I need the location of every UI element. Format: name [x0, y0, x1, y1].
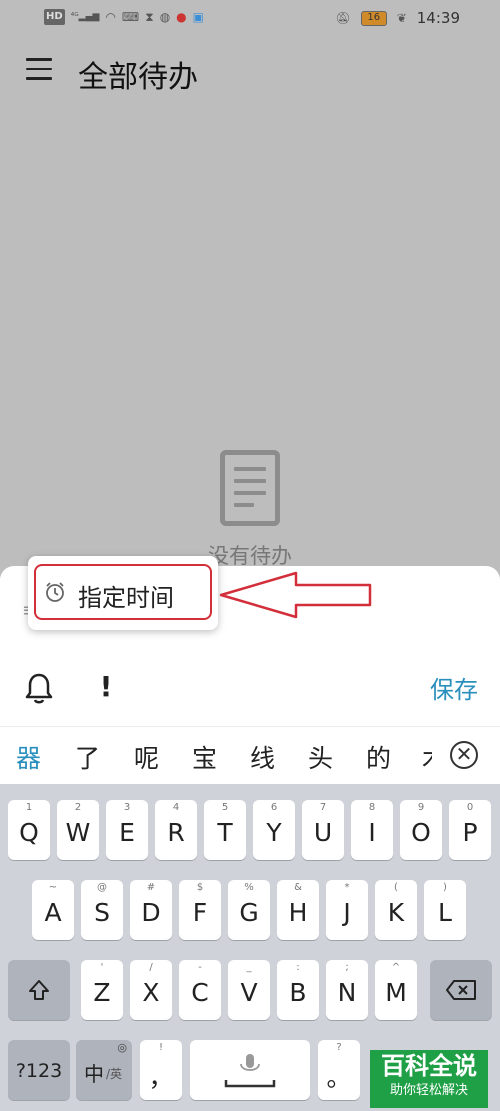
status-bar: HD ⁴ᴳ▂▄▆ ◠ ⌨ ⧗ ◍ ● ▣ 🔕︎ 16 ❦ 14:39 — [0, 0, 500, 36]
mute-bell-icon: 🔕︎ — [335, 11, 351, 25]
candidate-item[interactable]: 呢 — [134, 739, 159, 775]
signal-icon: ⁴ᴳ▂▄▆ — [70, 12, 100, 22]
app-bar: 全部待办 — [0, 40, 500, 104]
translate-icon: ▣ — [192, 10, 204, 24]
annotation-arrow-icon — [219, 571, 372, 619]
key-l[interactable]: ) L — [424, 880, 466, 940]
candidate-item[interactable]: 宝 — [192, 739, 217, 775]
key-z[interactable]: ' Z — [81, 960, 123, 1020]
key-s[interactable]: @ S — [81, 880, 123, 940]
status-time: 14:39 — [416, 9, 460, 27]
reminder-bell-button[interactable] — [24, 671, 54, 705]
candidate-item[interactable]: 木 — [422, 739, 432, 775]
candidate-item[interactable]: 器 — [16, 739, 41, 775]
key-y[interactable]: 6Y — [253, 800, 295, 860]
key-n[interactable]: ; N — [326, 960, 368, 1020]
key-r[interactable]: 4R — [155, 800, 197, 860]
shift-icon — [29, 980, 49, 1000]
candidate-item[interactable]: 了 — [75, 739, 100, 775]
document-icon — [220, 450, 280, 526]
save-button[interactable]: 保存 — [430, 670, 478, 705]
baike-watermark-logo: 百科全说 助你轻松解决 — [370, 1050, 488, 1108]
key-b[interactable]: :B — [277, 960, 319, 1020]
app-icon: ● — [176, 10, 187, 24]
key-t[interactable]: 5T — [204, 800, 246, 860]
menu-icon[interactable] — [26, 58, 52, 80]
period-key[interactable]: ?。 — [318, 1040, 360, 1100]
key-d[interactable]: # D — [130, 880, 172, 940]
language-switch-key[interactable]: ◎ 中 /英 — [76, 1040, 132, 1100]
key-c[interactable]: -C — [179, 960, 221, 1020]
comma-key[interactable]: !， — [140, 1040, 182, 1100]
globe-icon: ◎ — [117, 1041, 127, 1054]
key-f[interactable]: $ F — [179, 880, 221, 940]
set-time-option[interactable]: 指定时间 — [34, 564, 212, 620]
key-g[interactable]: % G — [228, 880, 270, 940]
backspace-key[interactable] — [430, 960, 492, 1020]
page-title: 全部待办 — [78, 60, 198, 95]
backspace-icon — [446, 980, 476, 1000]
candidate-item[interactable]: 的 — [366, 739, 391, 775]
browser-icon: ◍ — [159, 10, 171, 24]
reminder-popup: 指定时间 — [28, 556, 218, 630]
key-m[interactable]: ^ M — [375, 960, 417, 1020]
key-e[interactable]: 3E — [106, 800, 148, 860]
symbols-key[interactable]: ?123 — [8, 1040, 70, 1100]
key-j[interactable]: * J — [326, 880, 368, 940]
wifi-icon: ◠ — [105, 10, 116, 24]
key-x[interactable]: / X — [130, 960, 172, 1020]
set-time-label: 指定时间 — [78, 584, 174, 612]
battery-icon: 16 — [360, 10, 387, 26]
close-candidates-icon[interactable]: ✕ — [450, 741, 478, 769]
hd-icon: HD — [44, 9, 65, 25]
bell-icon — [25, 673, 53, 704]
key-v[interactable]: _ V — [228, 960, 270, 1020]
key-k[interactable]: (K — [375, 880, 417, 940]
microphone-icon — [224, 1054, 276, 1088]
priority-button[interactable]: ! — [96, 670, 116, 704]
leaf-icon: ❦ — [396, 11, 407, 25]
space-voice-key[interactable] — [190, 1040, 310, 1100]
candidate-item[interactable]: 头 — [308, 739, 333, 775]
key-q[interactable]: 1Q — [8, 800, 50, 860]
key-o[interactable]: 9O — [400, 800, 442, 860]
status-left-icons: HD ⁴ᴳ▂▄▆ ◠ ⌨ ⧗ ◍ ● ▣ — [44, 9, 204, 25]
shift-key[interactable] — [8, 960, 70, 1020]
key-a[interactable]: ~ A — [32, 880, 74, 940]
key-u[interactable]: 7U — [302, 800, 344, 860]
key-p[interactable]: 0P — [449, 800, 491, 860]
candidate-item[interactable]: 线 — [250, 739, 275, 775]
status-right-icons: 🔕︎ 16 ❦ 14:39 — [335, 9, 460, 27]
key-i[interactable]: 8I — [351, 800, 393, 860]
candidate-bar: 器 了 呢 宝 线 头 的 木 ✕ — [0, 726, 500, 784]
keyboard-icon: ⌨ — [121, 10, 140, 24]
alarm-clock-icon — [46, 582, 64, 602]
key-h[interactable]: & H — [277, 880, 319, 940]
key-w[interactable]: 2W — [57, 800, 99, 860]
hourglass-icon: ⧗ — [145, 10, 154, 24]
